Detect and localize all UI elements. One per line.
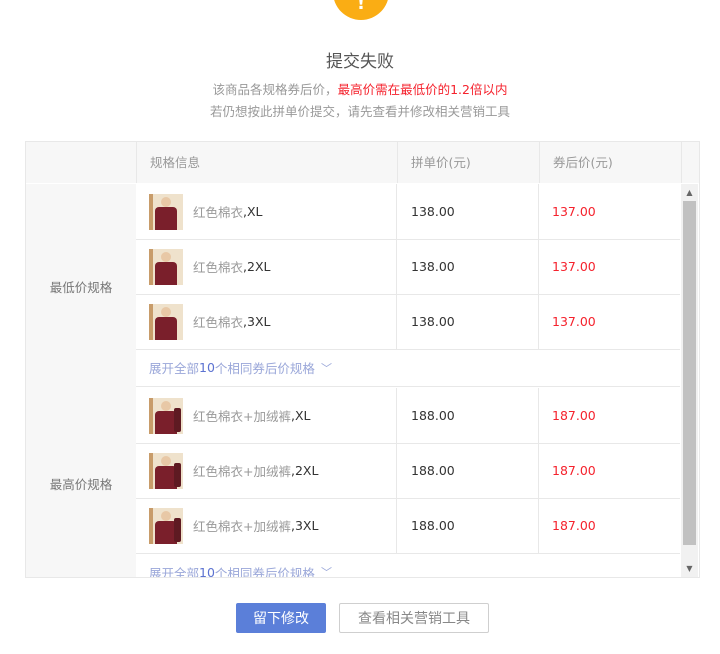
group-price: 188.00 (397, 498, 539, 553)
table-row: 红色棉衣+加绒裤 ,3XL 188.00 187.00 (136, 498, 680, 554)
product-thumbnail (149, 193, 183, 230)
header-spec: 规格信息 (150, 155, 201, 170)
table-scrollbar[interactable]: ▲ ▼ (681, 184, 698, 577)
coupon-price: 187.00 (552, 463, 596, 478)
scroll-down-arrow-icon[interactable]: ▼ (681, 560, 698, 577)
spec-cell: 红色棉衣+加绒裤 ,3XL (136, 498, 397, 553)
product-thumbnail (149, 452, 183, 489)
group-price: 138.00 (397, 294, 539, 349)
expand-highest-specs-link[interactable]: 展开全部 10 个相同券后价规格 ﹀ (136, 553, 680, 578)
table-row: 红色棉衣 ,XL 138.00 137.00 (136, 184, 680, 240)
group-price: 138.00 (397, 184, 539, 239)
chevron-down-icon: ﹀ (320, 361, 332, 375)
group-label-lowest: 最低价规格 (26, 184, 136, 388)
price-ratio-rule: 最高价需在最低价的1.2倍以内 (337, 82, 508, 97)
dialog-message-line1: 该商品各规格券后价，最高价需在最低价的1.2倍以内 (212, 82, 508, 97)
table-row: 红色棉衣+加绒裤 ,XL 188.00 187.00 (136, 388, 680, 444)
product-thumbnail (149, 397, 183, 434)
warning-icon: ! (333, 0, 389, 20)
table-header: 规格信息 拼单价(元) 券后价(元) (26, 142, 699, 183)
chevron-down-icon: ﹀ (320, 566, 332, 578)
group-price: 188.00 (397, 388, 539, 443)
dialog-title: 提交失败 (326, 52, 394, 72)
coupon-price: 187.00 (552, 408, 596, 423)
coupon-price: 187.00 (552, 518, 596, 533)
coupon-price: 137.00 (552, 314, 596, 329)
scroll-up-arrow-icon[interactable]: ▲ (681, 184, 698, 201)
dialog-message-line2: 若仍想按此拼单价提交，请先查看并修改相关营销工具 (209, 104, 510, 119)
table-row: 红色棉衣 ,2XL 138.00 137.00 (136, 239, 680, 295)
spec-cell: 红色棉衣 ,2XL (136, 239, 397, 294)
header-price: 拼单价(元) (411, 155, 471, 170)
scrollbar-thumb[interactable] (683, 201, 696, 545)
product-thumbnail (149, 507, 183, 544)
group-label-highest: 最高价规格 (26, 388, 136, 577)
table-row: 红色棉衣+加绒裤 ,2XL 188.00 187.00 (136, 443, 680, 499)
spec-cell: 红色棉衣+加绒裤 ,XL (136, 388, 397, 443)
group-price: 188.00 (397, 443, 539, 498)
spec-cell: 红色棉衣 ,3XL (136, 294, 397, 349)
expand-lowest-specs-link[interactable]: 展开全部 10 个相同券后价规格 ﹀ (136, 349, 680, 387)
product-thumbnail (149, 248, 183, 285)
spec-price-table: 规格信息 拼单价(元) 券后价(元) 最低价规格 最高价规格 红色棉衣 ,XL 1… (25, 141, 700, 578)
spec-cell: 红色棉衣+加绒裤 ,2XL (136, 443, 397, 498)
spec-cell: 红色棉衣 ,XL (136, 184, 397, 239)
view-marketing-tools-button[interactable]: 查看相关营销工具 (339, 603, 489, 633)
table-row: 红色棉衣 ,3XL 138.00 137.00 (136, 294, 680, 350)
group-price: 138.00 (397, 239, 539, 294)
coupon-price: 137.00 (552, 204, 596, 219)
coupon-price: 137.00 (552, 259, 596, 274)
header-coupon: 券后价(元) (553, 155, 613, 170)
product-thumbnail (149, 303, 183, 340)
stay-and-edit-button[interactable]: 留下修改 (236, 603, 326, 633)
